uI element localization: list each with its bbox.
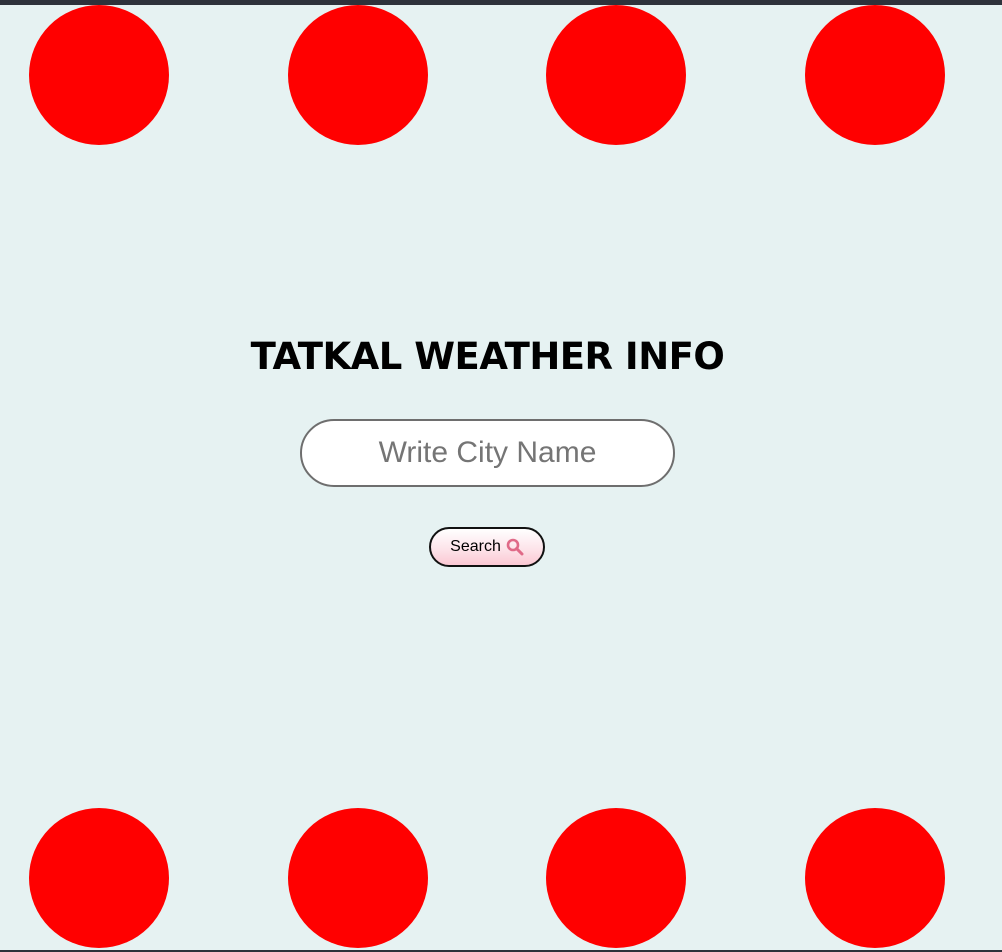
search-button-label: Search [450, 538, 501, 555]
window-top-border [0, 0, 1002, 5]
decorative-red-dot [546, 808, 686, 948]
city-name-input[interactable] [300, 419, 675, 487]
decorative-red-dot [546, 5, 686, 145]
decorative-red-dot [288, 808, 428, 948]
decorative-red-dot [29, 808, 169, 948]
decorative-red-dot [288, 5, 428, 145]
decorative-red-dot [805, 808, 945, 948]
search-icon [506, 538, 524, 556]
decorative-red-dot [29, 5, 169, 145]
decorative-red-dot [805, 5, 945, 145]
page-title: TATKAL WEATHER INFO [250, 335, 725, 378]
search-button[interactable]: Search [429, 527, 545, 567]
